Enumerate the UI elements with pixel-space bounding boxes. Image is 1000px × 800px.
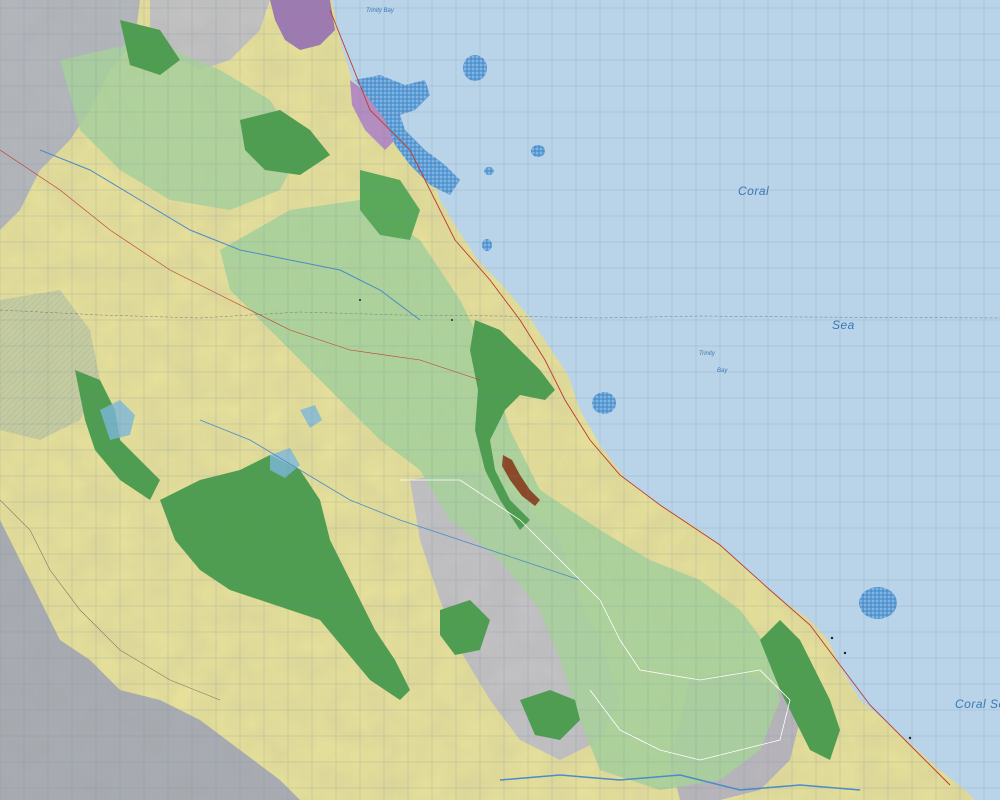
reef-island-3 xyxy=(484,167,494,175)
map-canvas[interactable] xyxy=(0,0,1000,800)
bay-label-line-1: Trinity xyxy=(699,351,715,357)
reef-island-1 xyxy=(463,55,487,81)
town-marker xyxy=(359,299,361,301)
town-marker xyxy=(843,651,847,655)
sea-label-sea: Sea xyxy=(832,318,855,332)
topographic-map[interactable]: Coral Sea Coral Sea Trinity Bay Trinity … xyxy=(0,0,1000,800)
town-marker xyxy=(451,319,453,321)
town-marker xyxy=(908,736,912,740)
sea-label-coral-sea: Coral Sea xyxy=(955,697,1000,711)
reef-island-5 xyxy=(592,392,616,414)
sea-label-coral: Coral xyxy=(738,184,770,198)
reef-island-6 xyxy=(859,587,897,619)
bay-label-line-2: Bay xyxy=(717,368,728,374)
reef-island-2 xyxy=(531,145,545,157)
bay-label-top: Trinity Bay xyxy=(366,8,394,14)
town-marker xyxy=(830,636,834,640)
reef-island-4 xyxy=(482,239,492,251)
